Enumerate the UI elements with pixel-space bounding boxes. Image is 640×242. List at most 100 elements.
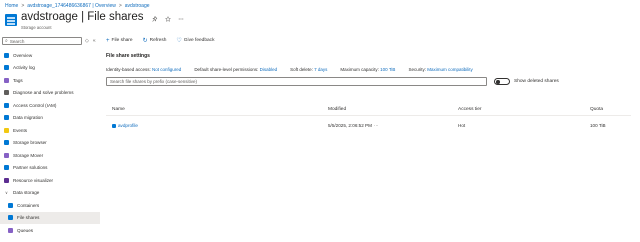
setting-identity-access: Identity-based access: Not configured xyxy=(106,67,181,72)
menu-item-label: Overview xyxy=(13,52,33,58)
storage-browser-icon xyxy=(4,140,9,146)
menu-item-diagnose[interactable]: Diagnose and solve problems xyxy=(0,87,100,100)
page-subtitle: Storage account xyxy=(21,25,52,30)
menu-item-storage-browser[interactable]: Storage browser xyxy=(0,137,100,150)
identity-access-link[interactable]: Not configured xyxy=(152,67,181,72)
feedback-icon: ♡ xyxy=(176,37,182,44)
menu-item-events[interactable]: Events xyxy=(0,124,100,137)
row-more-icon[interactable]: ··· xyxy=(374,123,379,128)
people-icon xyxy=(4,102,9,108)
header-actions xyxy=(151,15,184,24)
menu-item-label: Queues xyxy=(17,227,34,233)
menu-item-storage-mover[interactable]: Storage Mover xyxy=(0,149,100,162)
storage-account-icon xyxy=(5,14,17,26)
cell-access-tier: Hot xyxy=(458,123,466,128)
cell-modified: 5/5/2025, 2:06:52 PM ··· xyxy=(328,123,379,128)
visualizer-icon xyxy=(4,177,9,183)
menu-item-label: Tags xyxy=(13,77,23,83)
wrench-icon xyxy=(4,90,9,96)
breadcrumb-home[interactable]: Home xyxy=(5,3,18,9)
menu-item-file-shares[interactable]: File shares xyxy=(0,211,100,224)
setting-security: Security: Maximum compatibility xyxy=(408,67,472,72)
setting-label: Maximum capacity: xyxy=(340,67,381,72)
activity-log-icon xyxy=(4,65,9,71)
command-bar: + File share ↻ Refresh ♡ Give feedback xyxy=(106,35,640,46)
refresh-icon: ↻ xyxy=(142,37,148,44)
file-share-search-input[interactable] xyxy=(110,79,486,84)
setting-label: Security: xyxy=(408,67,428,72)
resource-menu: ⌕ ◇ « Overview Activity log Tags Diagnos… xyxy=(0,35,100,242)
cell-quota: 100 TiB xyxy=(590,123,606,128)
setting-share-permissions: Default share-level permissions: Disable… xyxy=(194,67,277,72)
menu-item-resource-visualizer[interactable]: Resource visualizer xyxy=(0,174,100,187)
containers-icon xyxy=(8,202,13,208)
menu-item-access-control[interactable]: Access Control (IAM) xyxy=(0,99,100,112)
menu-item-label: Storage Mover xyxy=(13,152,44,158)
storage-mover-icon xyxy=(4,152,9,158)
pin-icon[interactable] xyxy=(151,16,158,24)
setting-label: Identity-based access: xyxy=(106,67,153,72)
setting-max-capacity: Maximum capacity: 100 TiB xyxy=(340,67,395,72)
star-icon[interactable] xyxy=(164,15,171,24)
breadcrumb: Home > avdstroage_1746486636867 | Overvi… xyxy=(5,2,150,9)
menu-item-data-migration[interactable]: Data migration xyxy=(0,112,100,125)
table-row[interactable]: avdprofile 5/5/2025, 2:06:52 PM ··· Hot 1… xyxy=(106,120,631,132)
migration-icon xyxy=(4,115,9,121)
refresh-button[interactable]: ↻ Refresh xyxy=(143,38,167,44)
menu-item-label: Partner solutions xyxy=(13,165,48,171)
menu-group-data-storage[interactable]: ∨ Data storage xyxy=(0,187,100,200)
page-header: avdstroage | File shares Storage account xyxy=(5,11,184,33)
add-file-share-button[interactable]: + File share xyxy=(106,38,133,44)
title-block: avdstroage | File shares Storage account xyxy=(21,11,144,30)
modified-value: 5/5/2025, 2:06:52 PM xyxy=(328,123,372,128)
toggle-knob xyxy=(496,80,500,84)
menu-item-tags[interactable]: Tags xyxy=(0,74,100,87)
column-header-access-tier[interactable]: Access tier xyxy=(458,107,481,112)
menu-item-label: Events xyxy=(13,127,28,133)
menu-item-partner-solutions[interactable]: Partner solutions xyxy=(0,162,100,175)
soft-delete-link[interactable]: 7 days xyxy=(314,67,327,72)
menu-item-queues[interactable]: Queues xyxy=(0,224,100,237)
menu-item-containers[interactable]: Containers xyxy=(0,199,100,212)
partner-icon xyxy=(4,165,9,171)
column-header-name[interactable]: Name xyxy=(112,107,125,112)
plus-icon: + xyxy=(106,37,110,44)
filter-row: Show deleted shares xyxy=(106,77,640,86)
share-permissions-link[interactable]: Disabled xyxy=(260,67,278,72)
breadcrumb-separator: > xyxy=(21,2,25,9)
file-share-link[interactable]: avdprofile xyxy=(118,123,138,128)
menu-item-label: Data migration xyxy=(13,115,43,121)
menu-item-label: File shares xyxy=(17,215,40,221)
menu-item-overview[interactable]: Overview xyxy=(0,49,100,62)
search-icon: ⌕ xyxy=(5,38,8,44)
menu-search: ⌕ xyxy=(2,37,82,45)
setting-label: Soft delete: xyxy=(290,67,315,72)
menu-item-label: Access Control (IAM) xyxy=(13,102,57,108)
expand-menu-icon[interactable]: ◇ xyxy=(85,38,89,44)
breadcrumb-resource-group[interactable]: avdstroage_1746486636867 | Overview xyxy=(27,3,116,9)
max-capacity-link[interactable]: 100 TiB xyxy=(380,67,395,72)
settings-title: File share settings xyxy=(106,53,150,59)
overview-icon xyxy=(4,52,9,58)
main-content: + File share ↻ Refresh ♡ Give feedback File… xyxy=(106,35,640,242)
give-feedback-button[interactable]: ♡ Give feedback xyxy=(176,38,214,44)
column-header-quota[interactable]: Quota xyxy=(590,107,603,112)
more-icon[interactable] xyxy=(178,16,184,24)
file-shares-table: Name Modified Access tier Quota avdprofi… xyxy=(106,104,631,132)
setting-label: Default share-level permissions: xyxy=(194,67,260,72)
collapse-menu-icon[interactable]: « xyxy=(93,38,96,44)
chevron-down-icon: ∨ xyxy=(5,190,8,196)
column-header-modified[interactable]: Modified xyxy=(328,107,346,112)
breadcrumb-separator: > xyxy=(118,2,122,9)
menu-item-label: Activity log xyxy=(13,65,35,71)
menu-item-activity-log[interactable]: Activity log xyxy=(0,62,100,75)
menu-item-label: Containers xyxy=(17,202,40,208)
breadcrumb-storage-account[interactable]: avdstroage xyxy=(125,3,150,9)
menu-group-label: Data storage xyxy=(13,190,40,196)
menu-search-input[interactable] xyxy=(9,38,78,44)
menu-controls: ◇ « xyxy=(85,38,96,44)
security-link[interactable]: Maximum compatibility xyxy=(427,67,473,72)
menu-item-label: Storage browser xyxy=(13,140,47,146)
show-deleted-toggle[interactable] xyxy=(494,78,510,85)
file-shares-icon xyxy=(8,215,13,221)
